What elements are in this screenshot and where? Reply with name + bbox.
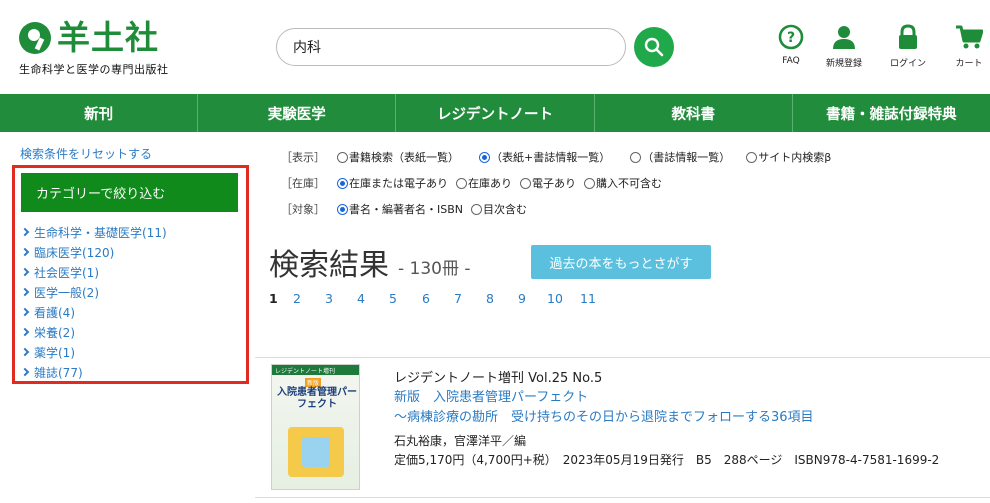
display-option-cover[interactable]: 書籍検索（表紙一覧） xyxy=(337,149,459,165)
login-link[interactable]: ログイン xyxy=(890,24,926,69)
category-list: 生命科学・基礎医学(11) 臨床医学(120) 社会医学(1) 医学一般(2) … xyxy=(20,222,167,382)
filter-display-row: ［表示］ 書籍検索（表紙一覧） （表紙+書誌情報一覧） （書誌情報一覧） サイト… xyxy=(281,148,839,166)
chevron-right-icon xyxy=(20,327,30,337)
target-option-toc[interactable]: 目次含む xyxy=(471,201,527,217)
chevron-right-icon xyxy=(20,247,30,257)
category-item[interactable]: 栄養(2) xyxy=(20,322,167,342)
display-option-cover-info[interactable]: （表紙+書誌情報一覧） xyxy=(479,149,610,165)
cart-label: カート xyxy=(955,59,983,69)
nav-resident-note[interactable]: レジデントノート xyxy=(396,94,595,132)
chevron-right-icon xyxy=(20,227,30,237)
faq-label: FAQ xyxy=(782,56,800,66)
page-link[interactable]: 7 xyxy=(454,291,486,306)
page-link[interactable]: 10 xyxy=(547,291,580,306)
radio-button-selected[interactable] xyxy=(479,151,490,163)
category-item[interactable]: 看護(4) xyxy=(20,302,167,322)
logo-mark-icon xyxy=(19,22,51,54)
faq-icon: ? xyxy=(778,24,804,50)
nav-supplements[interactable]: 書籍・雑誌付録特典 xyxy=(793,94,990,132)
header: 羊土社 生命科学と医学の専門出版社 ? FAQ 新規登録 ログイン xyxy=(0,0,990,94)
chevron-right-icon xyxy=(20,267,30,277)
cover-band-text: レジデントノート増刊 xyxy=(275,368,336,375)
category-filter-button[interactable]: カテゴリーで絞り込む xyxy=(21,173,238,212)
book-title-link[interactable]: 新版 入院患者管理パーフェクト xyxy=(394,386,588,405)
page-link[interactable]: 3 xyxy=(325,291,357,306)
nav-textbook[interactable]: 教科書 xyxy=(595,94,793,132)
logo-tagline: 生命科学と医学の専門出版社 xyxy=(19,63,169,76)
radio-button[interactable] xyxy=(584,177,595,189)
chevron-right-icon xyxy=(20,307,30,317)
filter-stock-row: ［在庫］ 在庫または電子あり 在庫あり 電子あり 購入不可含む xyxy=(281,174,670,192)
filter-display-label: ［表示］ xyxy=(281,151,325,164)
nav-new[interactable]: 新刊 xyxy=(0,94,199,132)
stock-option-ebook[interactable]: 電子あり xyxy=(520,175,576,191)
book-subtitle-link[interactable]: ～病棟診療の勘所 受け持ちのその日から退院までフォローする36項目 xyxy=(394,406,814,425)
category-item[interactable]: 雑誌(77) xyxy=(20,362,167,382)
page-link[interactable]: 5 xyxy=(389,291,422,306)
main-nav: 新刊 実験医学 レジデントノート 教科書 書籍・雑誌付録特典 xyxy=(0,94,990,132)
radio-button[interactable] xyxy=(746,151,758,163)
page-link[interactable]: 4 xyxy=(357,291,389,306)
page-link[interactable]: 2 xyxy=(293,291,325,306)
search-icon xyxy=(644,37,664,57)
page-link[interactable]: 6 xyxy=(422,291,454,306)
category-item[interactable]: 社会医学(1) xyxy=(20,262,167,282)
cover-badge: 新版 xyxy=(305,378,322,387)
filter-target-row: ［対象］ 書名・編著者名・ISBN 目次含む xyxy=(281,200,535,218)
faq-link[interactable]: ? FAQ xyxy=(778,24,804,66)
search-button[interactable] xyxy=(634,27,674,67)
nav-jikken-igaku[interactable]: 実験医学 xyxy=(198,94,397,132)
filter-target-label: ［対象］ xyxy=(281,203,325,216)
results-title: 検索結果 xyxy=(269,248,389,283)
radio-button[interactable] xyxy=(456,177,467,189)
chevron-right-icon xyxy=(20,287,30,297)
filter-stock-label: ［在庫］ xyxy=(281,177,325,190)
category-item[interactable]: 薬学(1) xyxy=(20,342,167,362)
category-item[interactable]: 臨床医学(120) xyxy=(20,242,167,262)
radio-button[interactable] xyxy=(630,151,642,163)
radio-button-selected[interactable] xyxy=(337,177,348,189)
stock-option-stock-or-ebook[interactable]: 在庫または電子あり xyxy=(337,175,448,191)
register-link[interactable]: 新規登録 xyxy=(826,24,862,69)
radio-button[interactable] xyxy=(471,203,483,215)
book-authors: 石丸裕康，官澤洋平／編 xyxy=(394,434,527,448)
logo-text: 羊土社 xyxy=(57,18,159,57)
divider xyxy=(255,357,990,358)
page-link[interactable]: 8 xyxy=(486,291,518,306)
cover-illustration xyxy=(288,427,344,477)
chevron-right-icon xyxy=(20,347,30,357)
cart-link[interactable]: カート xyxy=(955,24,984,69)
stock-option-in-stock[interactable]: 在庫あり xyxy=(456,175,512,191)
display-option-info[interactable]: （書誌情報一覧） xyxy=(630,149,730,165)
pagination: 1 2 3 4 5 6 7 8 9 10 11 xyxy=(269,291,596,306)
lock-icon xyxy=(899,24,917,49)
user-icon xyxy=(833,26,855,49)
svg-text:?: ? xyxy=(787,30,795,46)
book-series: レジデントノート増刊 Vol.25 No.5 xyxy=(394,371,603,386)
results-count: - 130冊 - xyxy=(398,259,471,279)
category-item[interactable]: 生命科学・基礎医学(11) xyxy=(20,222,167,242)
register-label: 新規登録 xyxy=(826,59,863,69)
target-option-title-author[interactable]: 書名・編著者名・ISBN xyxy=(337,201,463,217)
cart-icon xyxy=(956,25,984,49)
radio-button-selected[interactable] xyxy=(337,203,348,215)
page-link[interactable]: 11 xyxy=(580,291,596,306)
reset-search-link[interactable]: 検索条件をリセットする xyxy=(20,145,152,162)
logo[interactable]: 羊土社 生命科学と医学の専門出版社 xyxy=(19,20,179,77)
radio-button[interactable] xyxy=(337,151,348,163)
stock-option-unavailable[interactable]: 購入不可含む xyxy=(584,175,662,191)
login-label: ログイン xyxy=(890,59,927,69)
display-option-site-search[interactable]: サイト内検索β xyxy=(746,149,831,165)
page-link[interactable]: 9 xyxy=(518,291,547,306)
category-item[interactable]: 医学一般(2) xyxy=(20,282,167,302)
book-cover-image[interactable]: レジデントノート増刊 新版 入院患者管理パーフェクト xyxy=(271,364,360,490)
book-meta: 定価5,170円（4,700円+税） 2023年05月19日発行 B5 288ペ… xyxy=(394,453,940,467)
past-books-button[interactable]: 過去の本をもっとさがす xyxy=(531,245,711,279)
search-input[interactable] xyxy=(276,28,626,66)
divider xyxy=(255,497,990,498)
page-current: 1 xyxy=(269,291,278,306)
cover-title: 入院患者管理パーフェクト xyxy=(277,387,357,410)
chevron-right-icon xyxy=(20,367,30,377)
radio-button[interactable] xyxy=(520,177,531,189)
